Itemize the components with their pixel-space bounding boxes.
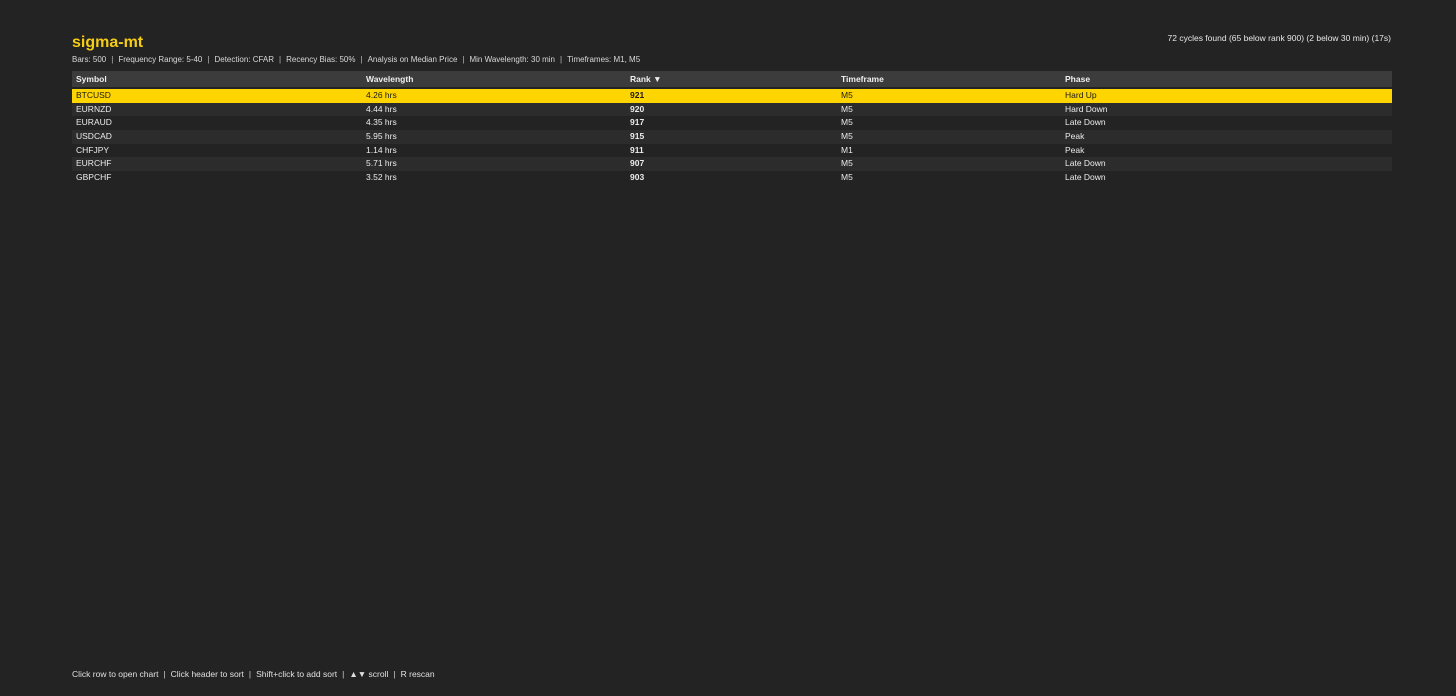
setting-recency-bias: Recency Bias: 50% <box>286 55 356 64</box>
cell-symbol: BTCUSD <box>76 90 111 100</box>
table-header: Symbol Wavelength Rank ▼ Timeframe Phase <box>72 71 1392 87</box>
cell-wavelength: 4.26 hrs <box>366 90 397 100</box>
hint-open-chart: Click row to open chart <box>72 669 159 679</box>
cell-timeframe: M5 <box>841 103 853 114</box>
separator: | <box>342 669 345 679</box>
table-row[interactable]: EURCHF 5.71 hrs 907 M5 Late Down <box>72 157 1392 172</box>
separator: | <box>360 55 363 64</box>
cell-timeframe: M5 <box>841 172 853 183</box>
cell-symbol: EURCHF <box>76 158 112 169</box>
separator: | <box>111 55 114 64</box>
cell-phase: Peak <box>1065 131 1085 142</box>
separator: | <box>560 55 563 64</box>
table-row[interactable]: CHFJPY 1.14 hrs 911 M1 Peak <box>72 143 1392 158</box>
column-header-timeframe[interactable]: Timeframe <box>841 71 884 87</box>
cell-wavelength: 3.52 hrs <box>366 172 397 183</box>
column-header-rank[interactable]: Rank ▼ <box>630 71 662 87</box>
separator: | <box>462 55 465 64</box>
separator: | <box>393 669 396 679</box>
cell-phase: Late Down <box>1065 172 1106 183</box>
cell-rank: 911 <box>630 144 644 155</box>
separator: | <box>207 55 210 64</box>
cell-timeframe: M5 <box>841 131 853 142</box>
separator: | <box>163 669 166 679</box>
hint-add-sort: Shift+click to add sort <box>256 669 338 679</box>
cell-phase: Late Down <box>1065 158 1106 169</box>
cell-phase: Peak <box>1065 144 1085 155</box>
setting-min-wavelength: Min Wavelength: 30 min <box>469 55 556 64</box>
cell-symbol: EURNZD <box>76 103 112 114</box>
hint-scroll: ▲▼ scroll <box>349 669 389 679</box>
app-title: sigma-mt <box>72 34 144 51</box>
cell-timeframe: M5 <box>841 117 853 128</box>
cell-rank: 907 <box>630 158 645 169</box>
cell-phase: Hard Down <box>1065 103 1108 114</box>
cell-wavelength: 4.35 hrs <box>366 117 397 128</box>
hint-sort: Click header to sort <box>170 669 244 679</box>
cell-phase: Late Down <box>1065 117 1106 128</box>
cell-symbol: CHFJPY <box>76 144 110 155</box>
app-window: sigma-mt 72 cycles found (65 below rank … <box>0 0 1456 696</box>
column-header-wavelength[interactable]: Wavelength <box>366 71 413 87</box>
setting-timeframes: Timeframes: M1, M5 <box>567 55 641 64</box>
cell-rank: 920 <box>630 103 645 114</box>
separator: | <box>279 55 282 64</box>
table-row[interactable]: GBPCHF 3.52 hrs 903 M5 Late Down <box>72 171 1392 185</box>
table-row[interactable]: EURNZD 4.44 hrs 920 M5 Hard Down <box>72 102 1392 117</box>
setting-analysis-price: Analysis on Median Price <box>367 55 458 64</box>
column-header-symbol[interactable]: Symbol <box>76 71 107 87</box>
cell-phase: Hard Up <box>1065 90 1097 100</box>
cell-timeframe: M5 <box>841 158 853 169</box>
help-footer: Click row to open chart | Click header to … <box>72 668 435 680</box>
cell-wavelength: 1.14 hrs <box>366 144 397 155</box>
cell-symbol: USDCAD <box>76 131 112 142</box>
cell-wavelength: 4.44 hrs <box>366 103 397 114</box>
table-row[interactable]: USDCAD 5.95 hrs 915 M5 Peak <box>72 130 1392 144</box>
setting-detection: Detection: CFAR <box>214 55 275 64</box>
table-row[interactable]: EURAUD 4.35 hrs 917 M5 Late Down <box>72 116 1392 131</box>
cell-timeframe: M1 <box>841 144 853 155</box>
separator: | <box>248 669 252 679</box>
hint-rescan: R rescan <box>400 669 435 679</box>
cell-symbol: EURAUD <box>76 117 112 128</box>
scan-summary: 72 cycles found (65 below rank 900) (2 b… <box>1167 33 1391 43</box>
settings-bar: Bars: 500 | Frequency Range: 5-40 | Detectio… <box>72 54 640 65</box>
cell-wavelength: 5.71 hrs <box>366 158 397 169</box>
cell-symbol: GBPCHF <box>76 172 112 183</box>
cell-rank: 917 <box>630 117 645 128</box>
column-header-phase[interactable]: Phase <box>1065 71 1090 87</box>
cell-wavelength: 5.95 hrs <box>366 131 397 142</box>
cell-rank: 915 <box>630 131 645 142</box>
setting-bars: Bars: 500 <box>72 55 107 64</box>
cycles-table: Symbol Wavelength Rank ▼ Timeframe Phase… <box>72 71 1392 185</box>
table-row-selected[interactable]: BTCUSD 4.26 hrs 921 M5 Hard Up <box>72 89 1392 103</box>
cell-rank: 921 <box>630 90 645 100</box>
setting-frequency-range: Frequency Range: 5-40 <box>118 55 203 64</box>
cell-rank: 903 <box>630 172 645 183</box>
cell-timeframe: M5 <box>841 90 853 100</box>
